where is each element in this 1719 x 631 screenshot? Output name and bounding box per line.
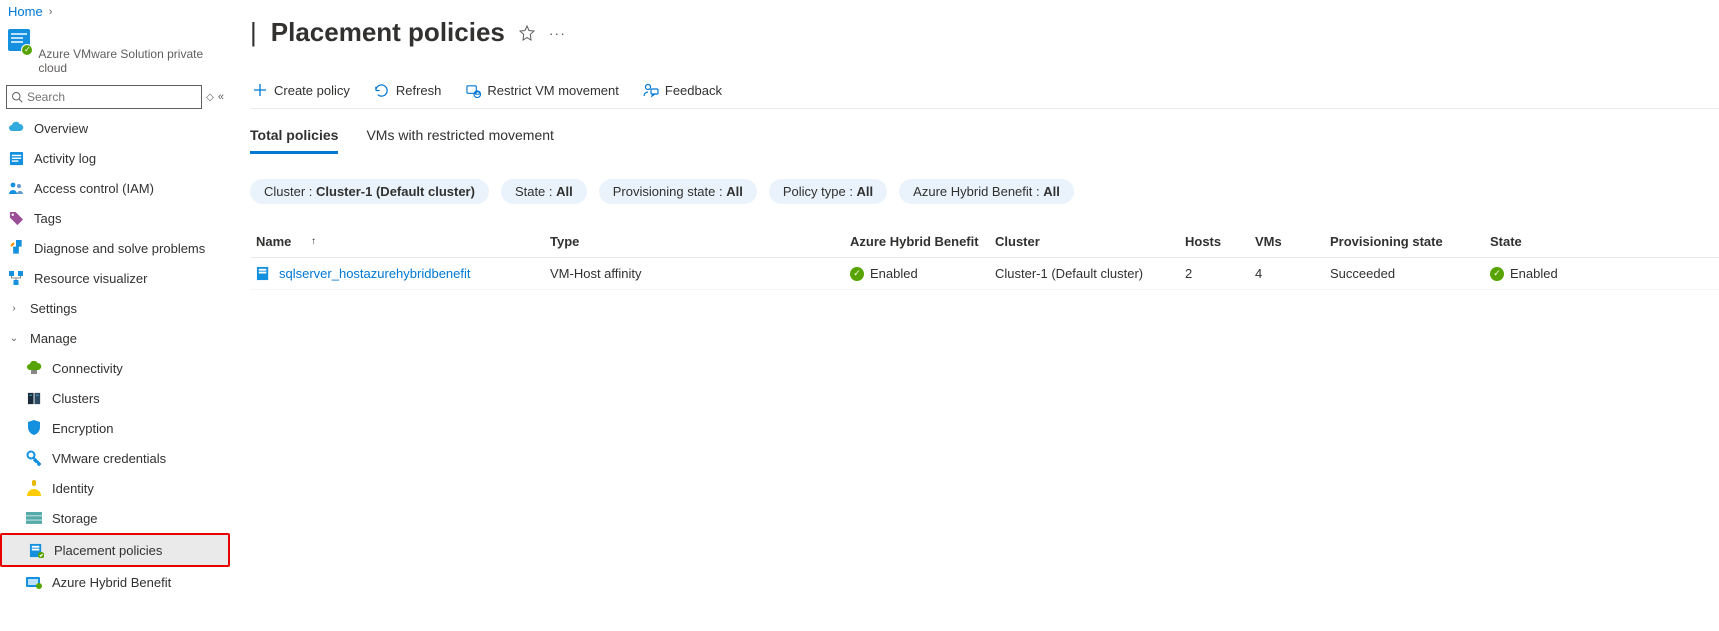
breadcrumb-home[interactable]: Home — [8, 4, 43, 19]
cell-cluster: Cluster-1 (Default cluster) — [995, 266, 1185, 281]
tab-restricted-vms[interactable]: VMs with restricted movement — [366, 127, 554, 153]
storage-icon — [26, 510, 42, 526]
col-header-cluster[interactable]: Cluster — [995, 234, 1185, 249]
col-header-state[interactable]: State — [1490, 234, 1600, 249]
activity-log-icon — [8, 150, 24, 166]
connectivity-icon — [26, 360, 42, 376]
filter-provisioning-state[interactable]: Provisioning state : All — [599, 179, 757, 204]
cell-state: ✓Enabled — [1490, 266, 1600, 281]
feedback-button[interactable]: Feedback — [643, 82, 722, 98]
policy-name-link[interactable]: sqlserver_hostazurehybridbenefit — [279, 266, 471, 281]
tag-icon — [8, 210, 24, 226]
tabs: Total policies VMs with restricted movem… — [250, 127, 1719, 153]
filter-state[interactable]: State : All — [501, 179, 587, 204]
nav-azure-hybrid-benefit[interactable]: Azure Hybrid Benefit — [0, 567, 230, 597]
nav-placement-policies[interactable]: Placement policies — [2, 535, 228, 565]
nav-identity[interactable]: Identity — [0, 473, 230, 503]
col-header-name[interactable]: Name ↑ — [250, 234, 550, 249]
refresh-button[interactable]: Refresh — [374, 82, 442, 98]
visualizer-icon — [8, 270, 24, 286]
cell-vms: 4 — [1255, 266, 1330, 281]
shield-icon — [26, 420, 42, 436]
filter-cluster[interactable]: Cluster : Cluster-1 (Default cluster) — [250, 179, 489, 204]
col-header-ahb[interactable]: Azure Hybrid Benefit — [850, 234, 995, 249]
col-header-provisioning[interactable]: Provisioning state — [1330, 234, 1490, 249]
sort-asc-icon: ↑ — [311, 236, 316, 247]
nav-connectivity[interactable]: Connectivity — [0, 353, 230, 383]
plus-icon — [252, 82, 268, 98]
restrict-icon — [465, 82, 481, 98]
refresh-icon — [374, 82, 390, 98]
filter-row: Cluster : Cluster-1 (Default cluster) St… — [250, 179, 1719, 204]
restrict-vm-button[interactable]: Restrict VM movement — [465, 82, 618, 98]
placement-policies-icon — [28, 542, 44, 558]
feedback-icon — [643, 82, 659, 98]
cell-type: VM-Host affinity — [550, 266, 850, 281]
identity-icon — [26, 480, 42, 496]
check-icon: ✓ — [850, 267, 864, 281]
nav-resource-visualizer[interactable]: Resource visualizer — [0, 263, 230, 293]
diagnose-icon — [8, 240, 24, 256]
filter-policy-type[interactable]: Policy type : All — [769, 179, 887, 204]
search-input-wrapper[interactable] — [6, 85, 202, 109]
tab-total-policies[interactable]: Total policies — [250, 127, 338, 154]
nav-encryption[interactable]: Encryption — [0, 413, 230, 443]
key-icon — [26, 450, 42, 466]
policy-icon — [256, 266, 271, 281]
toolbar: Create policy Refresh Restrict VM moveme… — [250, 82, 1719, 109]
more-button[interactable]: ··· — [549, 25, 566, 41]
chevron-down-icon: ⌄ — [8, 333, 20, 344]
cell-provisioning: Succeeded — [1330, 266, 1490, 281]
nav-overview[interactable]: Overview — [0, 113, 230, 143]
nav-access-control[interactable]: Access control (IAM) — [0, 173, 230, 203]
col-header-vms[interactable]: VMs — [1255, 234, 1330, 249]
create-policy-button[interactable]: Create policy — [252, 82, 350, 98]
filter-ahb[interactable]: Azure Hybrid Benefit : All — [899, 179, 1074, 204]
col-header-type[interactable]: Type — [550, 234, 850, 249]
nav-diagnose[interactable]: Diagnose and solve problems — [0, 233, 230, 263]
nav-vmware-credentials[interactable]: VMware credentials — [0, 443, 230, 473]
favorite-button[interactable] — [519, 25, 535, 41]
policies-table: Name ↑ Type Azure Hybrid Benefit Cluster… — [250, 226, 1719, 290]
open-external-icon[interactable]: ◇ — [206, 92, 214, 103]
ahb-icon — [26, 574, 42, 590]
collapse-sidebar-icon[interactable]: « — [218, 91, 224, 103]
nav-settings-group[interactable]: › Settings — [0, 293, 230, 323]
nav-clusters[interactable]: Clusters — [0, 383, 230, 413]
cell-hosts: 2 — [1185, 266, 1255, 281]
title-separator: | — [250, 17, 257, 48]
nav-manage-group[interactable]: ⌄ Manage — [0, 323, 230, 353]
cell-ahb: ✓Enabled — [850, 266, 995, 281]
cloud-icon — [8, 120, 24, 136]
nav-activity-log[interactable]: Activity log — [0, 143, 230, 173]
nav-storage[interactable]: Storage — [0, 503, 230, 533]
nav-tags[interactable]: Tags — [0, 203, 230, 233]
clusters-icon — [26, 390, 42, 406]
chevron-right-icon: › — [8, 303, 20, 314]
col-header-hosts[interactable]: Hosts — [1185, 234, 1255, 249]
people-icon — [8, 180, 24, 196]
search-icon — [11, 91, 23, 103]
table-row[interactable]: sqlserver_hostazurehybridbenefit VM-Host… — [250, 258, 1719, 290]
check-icon: ✓ — [1490, 267, 1504, 281]
resource-header: ✓ Azure VMware Solution private cloud — [0, 23, 230, 81]
main-content: | Placement policies ··· Create policy R… — [230, 23, 1719, 617]
search-input[interactable] — [23, 90, 197, 104]
chevron-right-icon: › — [49, 6, 53, 18]
table-header: Name ↑ Type Azure Hybrid Benefit Cluster… — [250, 226, 1719, 258]
sidebar: ✓ Azure VMware Solution private cloud ◇ … — [0, 23, 230, 617]
resource-icon: ✓ — [8, 29, 30, 53]
resource-subtitle: Azure VMware Solution private cloud — [38, 47, 222, 75]
page-title: Placement policies — [271, 17, 505, 48]
